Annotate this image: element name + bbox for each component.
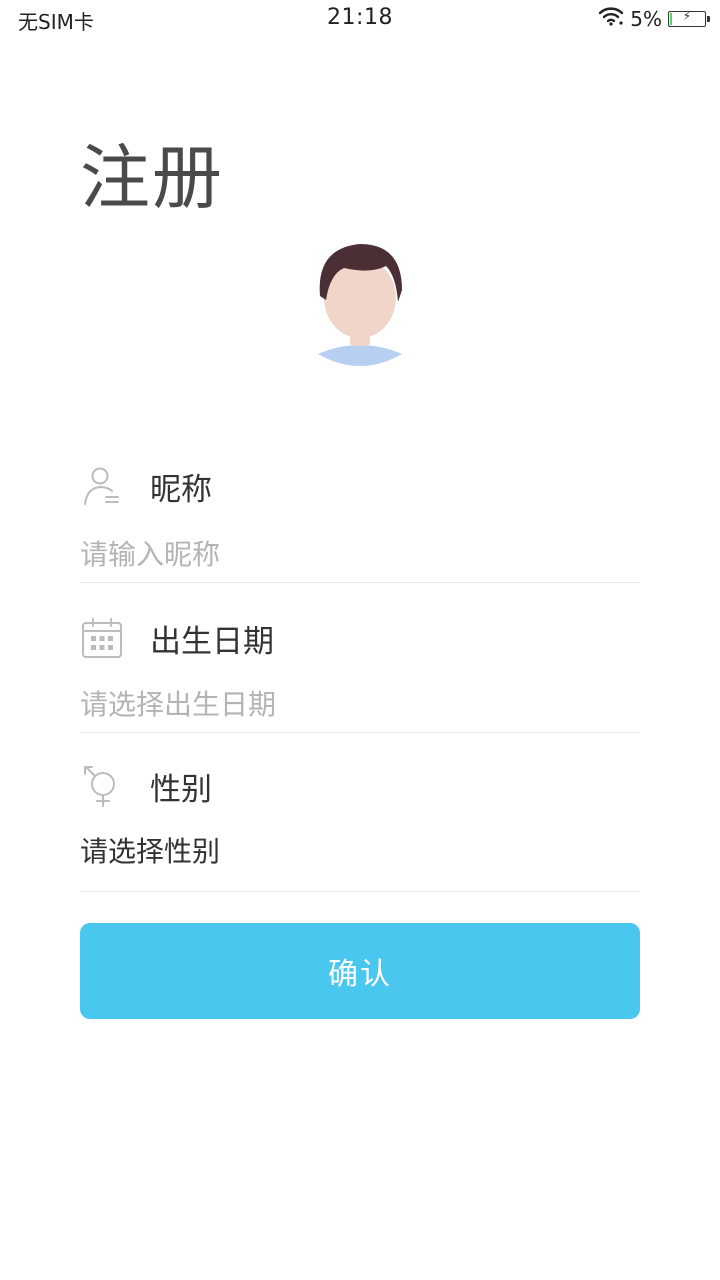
wifi-icon: [598, 6, 624, 31]
nickname-label: 昵称: [150, 471, 212, 508]
gender-selector[interactable]: 请选择性别: [80, 832, 640, 872]
page-title: 注册: [80, 137, 224, 219]
battery-percent: 5%: [630, 6, 662, 31]
nickname-divider: [80, 582, 640, 583]
gender-header: 性别: [80, 764, 212, 808]
nickname-header: 昵称: [80, 464, 212, 508]
confirm-button[interactable]: 确认: [80, 923, 640, 1019]
register-screen: 无SIM卡 21:18 5% ⚡ 注册 昵称 请输入昵称 出生日期 请选择出生日…: [0, 0, 720, 1280]
gender-icon: [80, 764, 124, 808]
birthday-input[interactable]: [80, 684, 640, 724]
user-icon: [80, 464, 124, 508]
charging-bolt-icon: ⚡: [682, 8, 692, 23]
status-bar: 无SIM卡 21:18 5% ⚡: [0, 0, 720, 38]
birthday-divider: [80, 732, 640, 733]
birthday-header: 出生日期: [80, 616, 274, 660]
gender-divider: [80, 891, 640, 892]
status-right-group: 5% ⚡: [598, 6, 710, 31]
nickname-field: 昵称: [80, 464, 640, 584]
avatar[interactable]: [310, 240, 410, 372]
nickname-input[interactable]: [80, 534, 640, 574]
battery-charging-icon: ⚡: [668, 8, 710, 27]
birthday-label: 出生日期: [150, 623, 274, 660]
gender-field: 性别 请选择性别: [80, 764, 640, 892]
gender-label: 性别: [150, 771, 212, 808]
avatar-icon: [318, 244, 402, 366]
birthday-field: 出生日期: [80, 616, 640, 734]
calendar-icon: [80, 616, 124, 660]
